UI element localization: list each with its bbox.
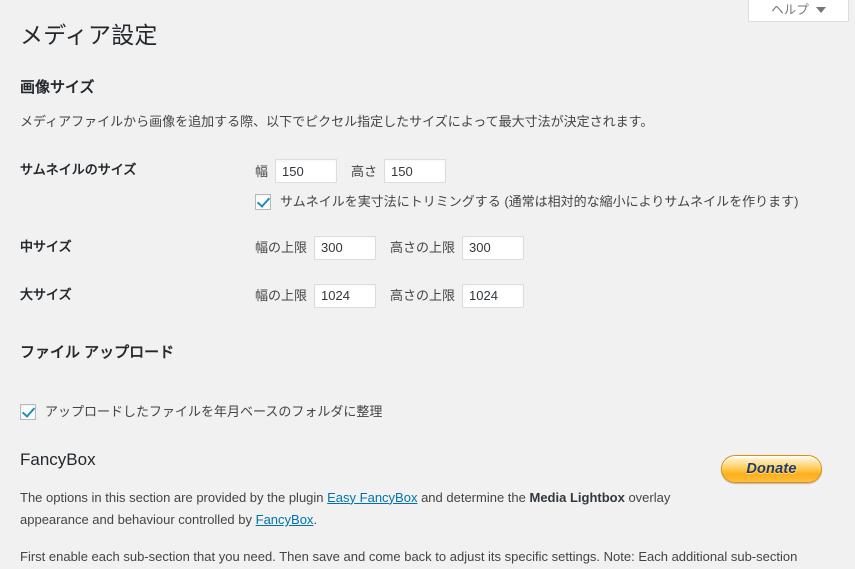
large-height-label: 高さの上限	[390, 287, 456, 303]
thumbnail-crop-label[interactable]: サムネイルを実寸法にトリミングする (通常は相対的な縮小によりサムネイルを作りま…	[280, 193, 799, 211]
fancybox-desc-text-4: .	[313, 512, 318, 528]
help-button-label: ヘルプ	[771, 2, 809, 17]
donate-button-label: Donate	[746, 460, 797, 477]
thumbnail-size-row: サムネイルのサイズ 幅 高さ サムネイルを実寸法にトリミングする (通常は相対的…	[20, 147, 835, 223]
medium-dimension-row: 幅の上限 高さの上限	[255, 235, 825, 260]
thumbnail-size-fields: 幅 高さ サムネイルを実寸法にトリミングする (通常は相対的な縮小によりサムネイ…	[255, 147, 835, 223]
large-dimension-row: 幅の上限 高さの上限	[255, 283, 825, 308]
page-title: メディア設定	[20, 22, 158, 48]
large-width-label: 幅の上限	[255, 287, 308, 303]
help-button[interactable]: ヘルプ	[748, 0, 849, 22]
thumbnail-crop-row: サムネイルを実寸法にトリミングする (通常は相対的な縮小によりサムネイルを作りま…	[255, 193, 825, 211]
easy-fancybox-link[interactable]: Easy FancyBox	[327, 490, 417, 505]
medium-size-label: 中サイズ	[20, 238, 72, 254]
chevron-down-icon	[815, 7, 826, 13]
fancybox-description: The options in this section are provided…	[20, 487, 730, 532]
media-lightbox-emphasis: Media Lightbox	[529, 489, 625, 505]
medium-width-input[interactable]	[314, 235, 377, 260]
large-size-fields: 幅の上限 高さの上限	[255, 272, 835, 320]
thumbnail-size-label: サムネイルのサイズ	[20, 162, 137, 178]
fancybox-heading: FancyBox	[20, 449, 96, 469]
thumbnail-crop-checkbox[interactable]	[255, 194, 271, 211]
fancybox-instructions: First enable each sub-section that you n…	[20, 548, 798, 564]
large-height-input[interactable]	[462, 283, 525, 308]
file-upload-heading: ファイル アップロード	[20, 343, 175, 361]
settings-page: メディア設定 画像サイズ メディアファイルから画像を追加する際、以下でピクセル指…	[0, 0, 855, 568]
large-size-row: 大サイズ 幅の上限 高さの上限	[20, 272, 835, 320]
help-tab-container: ヘルプ	[748, 0, 849, 22]
fancybox-section: Donate FancyBox The options in this sect…	[20, 449, 835, 568]
thumbnail-width-label: 幅	[255, 163, 269, 179]
large-size-label: 大サイズ	[20, 286, 72, 302]
organize-uploads-label[interactable]: アップロードしたファイルを年月ベースのフォルダに整理	[45, 403, 382, 421]
organize-uploads-row: アップロードしたファイルを年月ベースのフォルダに整理	[20, 403, 835, 421]
large-width-input[interactable]	[314, 283, 377, 308]
medium-height-input[interactable]	[462, 235, 525, 260]
thumbnail-dimension-row: 幅 高さ	[255, 159, 825, 184]
thumbnail-height-label: 高さ	[351, 163, 378, 179]
image-sizes-description: メディアファイルから画像を追加する際、以下でピクセル指定したサイズによって最大寸…	[20, 113, 654, 129]
image-sizes-form-table: サムネイルのサイズ 幅 高さ サムネイルを実寸法にトリミングする (通常は相対的…	[20, 147, 835, 319]
medium-size-row: 中サイズ 幅の上限 高さの上限	[20, 224, 835, 272]
image-sizes-heading: 画像サイズ	[20, 78, 95, 96]
medium-size-fields: 幅の上限 高さの上限	[255, 224, 835, 272]
thumbnail-width-input[interactable]	[275, 159, 338, 184]
thumbnail-height-input[interactable]	[384, 159, 447, 184]
fancybox-desc-text-2: and determine the	[417, 489, 530, 505]
fancybox-desc-text-1: The options in this section are provided…	[20, 489, 328, 505]
donate-button[interactable]: Donate	[721, 454, 822, 483]
organize-uploads-checkbox[interactable]	[20, 403, 36, 420]
medium-width-label: 幅の上限	[255, 239, 308, 255]
fancybox-link[interactable]: FancyBox	[256, 512, 314, 527]
medium-height-label: 高さの上限	[390, 239, 456, 255]
